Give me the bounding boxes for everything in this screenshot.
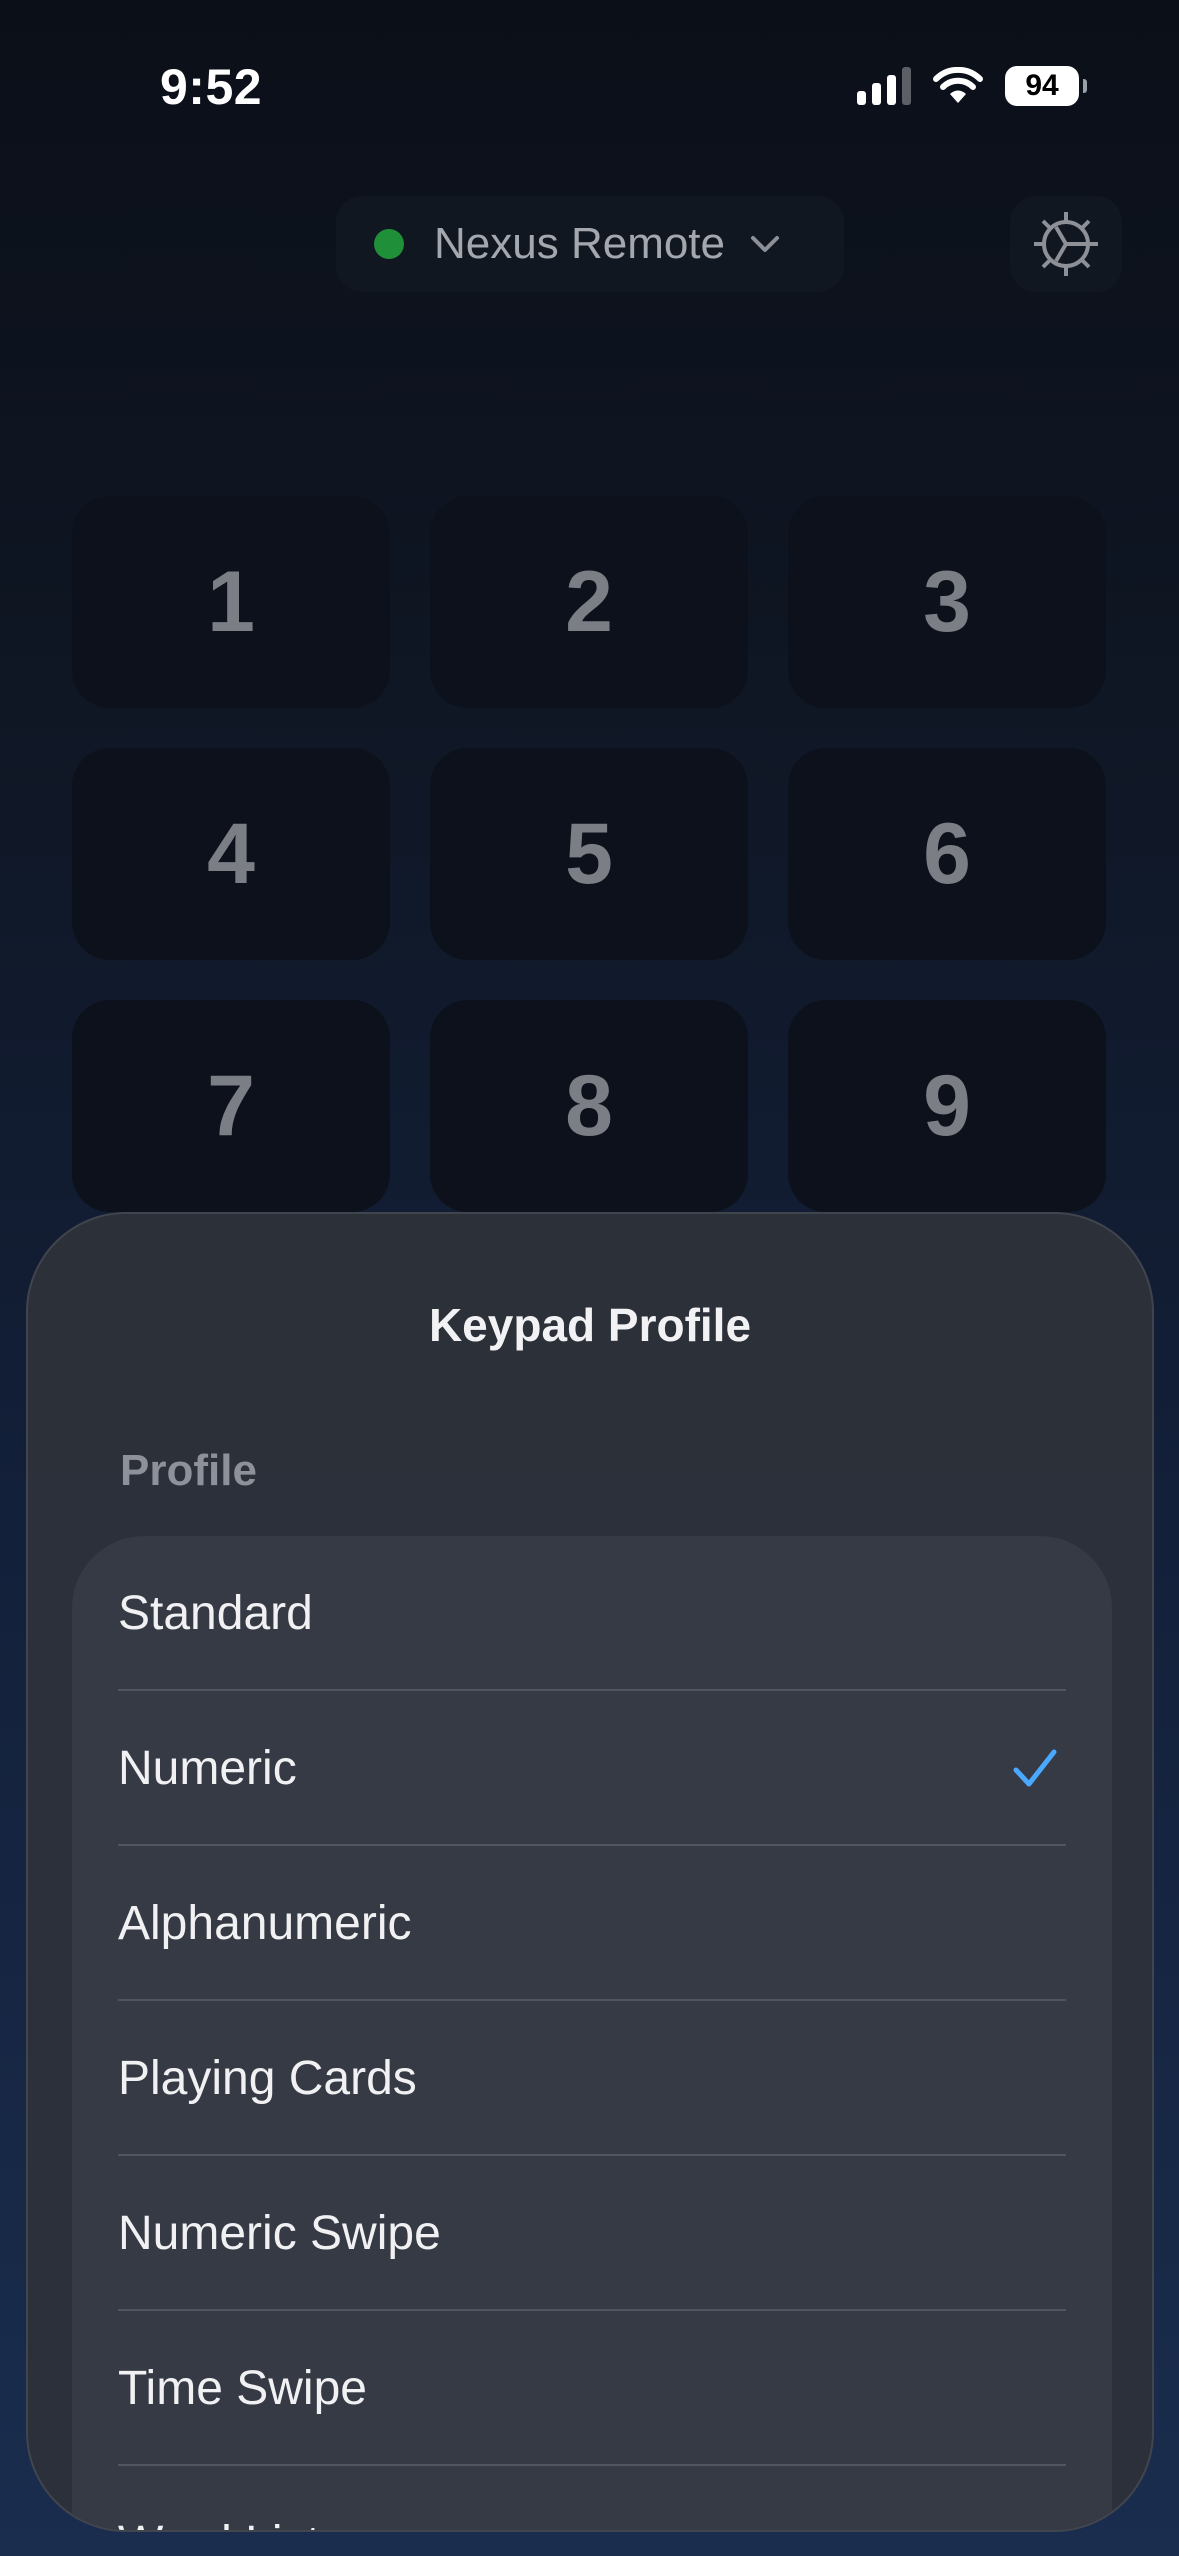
profile-option-label: Alphanumeric [118, 1897, 412, 1950]
profile-option-time-swipe[interactable]: Time Swipe [72, 2311, 1112, 2466]
section-label: Profile [120, 1446, 257, 1495]
profile-list: Standard Numeric Alphanumeric Playing Ca… [72, 1536, 1112, 2530]
keypad-key-4[interactable]: 4 [72, 748, 390, 960]
keypad-key-9[interactable]: 9 [788, 1000, 1106, 1212]
status-time: 9:52 [160, 59, 263, 115]
checkmark-icon [1013, 1749, 1057, 1786]
profile-option-standard[interactable]: Standard [72, 1536, 1112, 1691]
profile-option-label: Word List [118, 2516, 320, 2530]
profile-option-label: Time Swipe [118, 2362, 367, 2415]
profile-option-label: Numeric [118, 1742, 297, 1795]
sheet-title: Keypad Profile [428, 1299, 752, 1351]
chevron-down-icon [751, 236, 780, 252]
profile-option-label: Standard [118, 1587, 313, 1640]
profile-option-numeric-swipe[interactable]: Numeric Swipe [72, 2156, 1112, 2311]
profile-option-playing-cards[interactable]: Playing Cards [72, 2001, 1112, 2156]
keypad-key-5[interactable]: 5 [430, 748, 748, 960]
keypad-key-7[interactable]: 7 [72, 1000, 390, 1212]
profile-option-label: Numeric Swipe [118, 2207, 441, 2260]
battery-icon: 94 [1005, 66, 1087, 106]
keypad-key-6[interactable]: 6 [788, 748, 1106, 960]
keypad-key-2[interactable]: 2 [430, 496, 748, 708]
gear-icon [1034, 212, 1098, 276]
keypad-key-8[interactable]: 8 [430, 1000, 748, 1212]
settings-button[interactable] [1010, 196, 1122, 292]
device-selector-button[interactable]: Nexus Remote [336, 196, 844, 292]
profile-option-word-list[interactable]: Word List [72, 2466, 1112, 2530]
status-icons: 94 [857, 64, 1087, 108]
profile-option-label: Playing Cards [118, 2052, 417, 2105]
connection-status-dot [374, 229, 404, 259]
wifi-icon [933, 67, 983, 103]
keypad-key-1[interactable]: 1 [72, 496, 390, 708]
keypad-key-3[interactable]: 3 [788, 496, 1106, 708]
profile-option-numeric[interactable]: Numeric [72, 1691, 1112, 1846]
keypad-profile-sheet: Keypad Profile Profile Standard Numeric … [26, 1212, 1154, 2532]
device-name: Nexus Remote [434, 219, 726, 268]
profile-option-alphanumeric[interactable]: Alphanumeric [72, 1846, 1112, 2001]
cellular-signal-icon [857, 67, 911, 105]
